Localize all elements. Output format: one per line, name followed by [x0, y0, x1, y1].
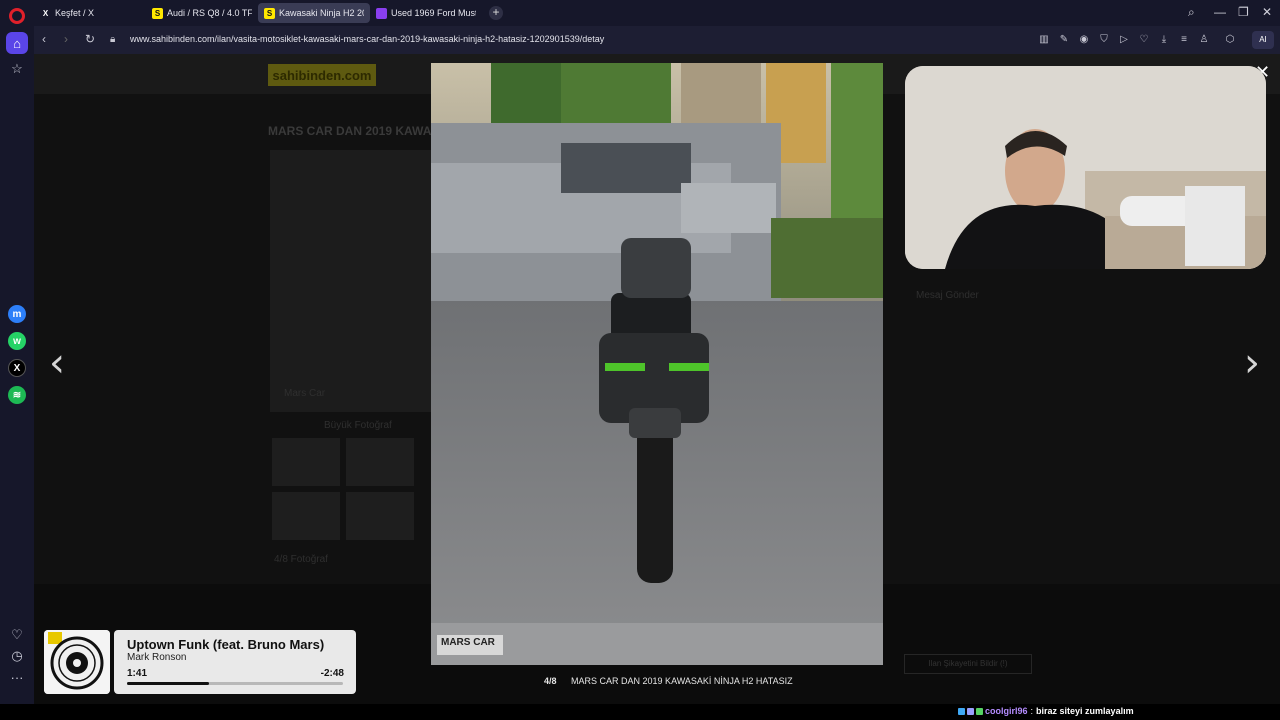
split-view-icon[interactable]: ▥: [1038, 34, 1050, 46]
thumbnail[interactable]: [272, 492, 340, 540]
opera-logo-icon[interactable]: [9, 8, 25, 24]
search-tabs-icon[interactable]: ⌕: [1188, 5, 1195, 20]
forward-button[interactable]: ›: [64, 32, 68, 46]
chat-username[interactable]: coolgirl96: [985, 706, 1028, 716]
back-button[interactable]: ‹: [42, 32, 46, 46]
extensions-icon[interactable]: ⬡: [1224, 34, 1236, 46]
thumbnail[interactable]: [346, 492, 414, 540]
tab-label: Used 1969 Ford Mustang: [391, 8, 476, 18]
lightbox-prev-button[interactable]: ‹: [49, 340, 65, 386]
tab-label: Kawasaki Ninja H2 2019 H: [279, 8, 364, 18]
favorites-icon[interactable]: ♡: [1138, 34, 1150, 46]
tab-mustang[interactable]: Used 1969 Ford Mustang: [370, 3, 482, 23]
photo-caption-text: MARS CAR DAN 2019 KAWASAKİ NİNJA H2 HATA…: [571, 676, 793, 686]
tab-kawasaki[interactable]: S Kawasaki Ninja H2 2019 H: [258, 3, 370, 23]
messenger-icon[interactable]: m: [8, 305, 26, 323]
photo-watermark: MARS CAR: [441, 637, 495, 648]
webcam-overlay: [905, 66, 1266, 269]
big-photo-link[interactable]: Büyük Fotoğraf: [324, 420, 392, 431]
lightbox-caption: 4/8 MARS CAR DAN 2019 KAWASAKİ NİNJA H2 …: [544, 676, 793, 686]
sahibinden-favicon-icon: S: [152, 7, 163, 19]
tab-audi[interactable]: S Audi / RS Q8 / 4.0 TFSI /: [146, 3, 258, 23]
minimize-button[interactable]: —: [1214, 5, 1226, 19]
badge-icon: [967, 707, 974, 715]
thumbnail[interactable]: [346, 438, 414, 486]
lightbox-next-button[interactable]: ›: [1244, 340, 1260, 386]
tab-label: Audi / RS Q8 / 4.0 TFSI /: [167, 8, 252, 18]
site-favicon-icon: [376, 7, 387, 19]
spotify-icon[interactable]: ≋: [8, 386, 26, 404]
song-progress-bar[interactable]: [127, 682, 343, 685]
history-icon[interactable]: ◷: [6, 645, 28, 667]
home-icon[interactable]: ⌂: [6, 32, 28, 54]
webcam-feed: [905, 66, 1266, 269]
x-favicon-icon: X: [42, 8, 49, 18]
player-icon[interactable]: ▷: [1118, 34, 1130, 46]
whatsapp-icon[interactable]: w: [8, 332, 26, 350]
tab-strip: X Keşfet / X S Audi / RS Q8 / 4.0 TFSI /…: [34, 0, 1280, 26]
report-button[interactable]: Ilan Şikayetini Bildir (!): [904, 654, 1032, 674]
song-title: Uptown Funk (feat. Bruno Mars): [127, 637, 325, 652]
message-link[interactable]: Mesaj Gönder: [916, 290, 979, 301]
sahibinden-favicon-icon: S: [264, 7, 275, 19]
edit-icon[interactable]: ✎: [1058, 34, 1070, 46]
heart-icon[interactable]: ♡: [6, 624, 28, 646]
thumbnail[interactable]: [272, 438, 340, 486]
chat-separator: :: [1030, 706, 1034, 716]
store-label: Mars Car: [284, 388, 326, 399]
tab-kesfet[interactable]: X Keşfet / X: [34, 3, 146, 23]
chat-text: biraz siteyi zumlayalım: [1036, 706, 1134, 716]
shield-icon[interactable]: ⛉: [1098, 34, 1110, 46]
screen: ⌂ ☆ m w X ≋ ♡ ◷ ··· X Keşfet / X S Audi …: [0, 0, 1280, 720]
photo-count: 4/8 Fotoğraf: [274, 554, 328, 565]
badge-icon: [958, 707, 965, 715]
photo-counter: 4/8: [544, 676, 557, 686]
listing-main-photo[interactable]: [270, 150, 440, 412]
x-twitter-icon[interactable]: X: [8, 359, 26, 377]
chat-message: coolgirl96 : biraz siteyi zumlayalım: [958, 706, 1134, 716]
url-field[interactable]: www.sahibinden.com/ilan/vasita-motosikle…: [130, 34, 604, 44]
profile-icon[interactable]: ♙: [1198, 34, 1210, 46]
music-widget: Uptown Funk (feat. Bruno Mars) Mark Rons…: [44, 630, 356, 694]
browser-sidebar: ⌂ ☆ m w X ≋ ♡ ◷ ···: [0, 0, 34, 720]
close-window-button[interactable]: ✕: [1262, 5, 1272, 19]
site-logo[interactable]: sahibinden.com: [268, 64, 376, 86]
chat-overlay: coolgirl96 : biraz siteyi zumlayalım: [0, 704, 1280, 720]
restore-button[interactable]: ❐: [1238, 5, 1249, 19]
motorcycle-photo: [431, 63, 883, 665]
new-tab-button[interactable]: +: [489, 6, 503, 20]
address-bar: ‹ › ↻ 🔒︎ www.sahibinden.com/ilan/vasita-…: [34, 26, 1280, 54]
reload-button[interactable]: ↻: [85, 32, 95, 46]
song-artist: Mark Ronson: [127, 652, 187, 663]
tab-label: Keşfet / X: [55, 8, 95, 18]
ai-button[interactable]: AI: [1252, 31, 1274, 49]
album-art[interactable]: [44, 630, 110, 694]
record-icon: [44, 630, 110, 694]
badge-icon: [976, 707, 983, 715]
lightbox-photo: [431, 63, 883, 665]
music-panel[interactable]: Uptown Funk (feat. Bruno Mars) Mark Rons…: [114, 630, 356, 694]
lock-icon: 🔒︎: [110, 34, 116, 45]
menu-icon[interactable]: ≡: [1178, 34, 1190, 46]
listing-title: MARS CAR DAN 2019 KAWA: [268, 124, 432, 138]
song-progress-fill: [127, 682, 210, 685]
snapshot-icon[interactable]: ◉: [1078, 34, 1090, 46]
star-icon[interactable]: ☆: [6, 58, 28, 80]
download-icon[interactable]: ⤓: [1158, 34, 1170, 46]
remaining-time: -2:48: [320, 668, 344, 679]
elapsed-time: 1:41: [127, 668, 148, 679]
more-icon[interactable]: ···: [6, 666, 28, 688]
